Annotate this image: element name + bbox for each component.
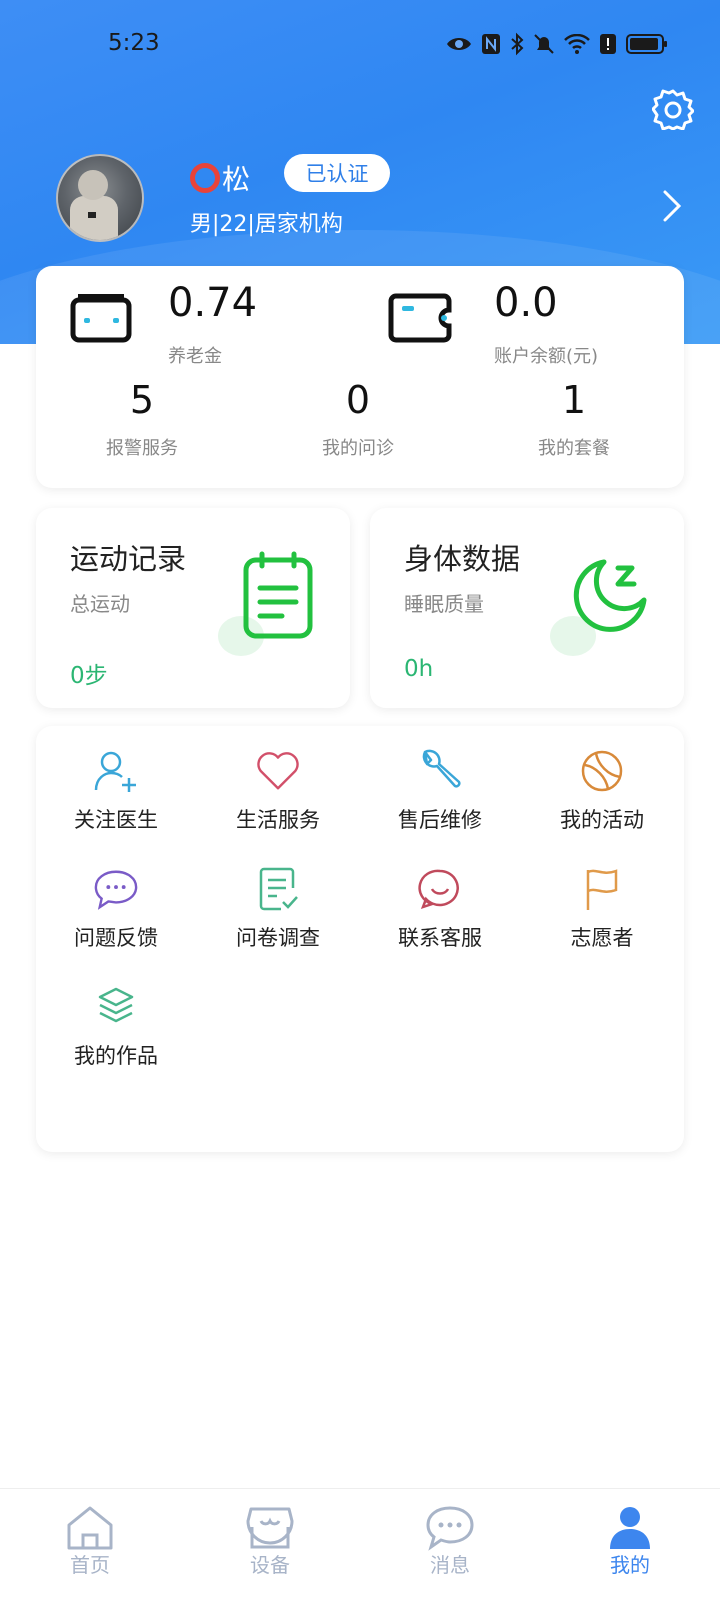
bluetooth-icon xyxy=(511,32,524,56)
ball-icon xyxy=(579,748,625,794)
status-bar: 5:23 xyxy=(0,28,720,64)
gear-icon xyxy=(651,89,695,131)
stat-my-consultations[interactable]: 0 我的问诊 xyxy=(258,378,458,460)
avatar[interactable] xyxy=(56,154,144,242)
tab-devices[interactable]: 设备 xyxy=(220,1505,320,1578)
service-survey[interactable]: 问卷调查 xyxy=(198,866,358,952)
smile-icon xyxy=(417,866,463,912)
home-icon xyxy=(67,1506,113,1550)
stat-value: 1 xyxy=(561,378,587,422)
user-name-text: 松 xyxy=(222,163,251,196)
stat-alarm-service[interactable]: 5 报警服务 xyxy=(42,378,242,460)
bottom-tab-bar: 首页 设备 消息 我的 xyxy=(0,1488,720,1600)
service-label: 志愿者 xyxy=(570,926,634,950)
layers-icon xyxy=(93,984,139,1030)
exercise-record-card[interactable]: 运动记录 总运动 0步 xyxy=(36,508,350,708)
pension-label: 养老金 xyxy=(168,346,222,367)
name-ring-icon xyxy=(190,163,220,193)
service-my-activities[interactable]: 我的活动 xyxy=(522,748,682,834)
add-user-icon xyxy=(93,748,139,794)
stat-value: 5 xyxy=(129,378,155,422)
profile-detail-button[interactable] xyxy=(660,188,684,224)
service-life-service[interactable]: 生活服务 xyxy=(198,748,358,834)
status-icons xyxy=(446,32,668,56)
status-time: 5:23 xyxy=(108,30,160,56)
verified-badge: 已认证 xyxy=(284,154,390,192)
service-feedback[interactable]: 问题反馈 xyxy=(36,866,196,952)
record-value: 0h xyxy=(404,656,434,682)
service-label: 联系客服 xyxy=(398,926,482,950)
avatar-figure-head xyxy=(78,170,108,200)
service-label: 我的作品 xyxy=(74,1044,158,1068)
stat-label: 报警服务 xyxy=(106,438,178,459)
user-meta: 男|22|居家机构 xyxy=(190,212,343,237)
tab-label: 首页 xyxy=(70,1553,110,1577)
wrench-icon xyxy=(417,748,463,794)
service-label: 售后维修 xyxy=(398,808,482,832)
stat-label: 我的问诊 xyxy=(322,438,394,459)
heart-icon xyxy=(255,748,301,794)
stat-value: 0 xyxy=(345,378,371,422)
stat-label: 我的套餐 xyxy=(538,438,610,459)
flag-icon xyxy=(579,866,625,912)
record-subtitle: 总运动 xyxy=(70,592,130,616)
service-after-sales[interactable]: 售后维修 xyxy=(360,748,520,834)
service-follow-doctor[interactable]: 关注医生 xyxy=(36,748,196,834)
service-contact-support[interactable]: 联系客服 xyxy=(360,866,520,952)
service-label: 生活服务 xyxy=(236,808,320,832)
tab-label: 消息 xyxy=(430,1553,470,1577)
balance-label: 账户余额(元) xyxy=(494,346,599,367)
record-title: 身体数据 xyxy=(404,542,521,576)
wallet-icon xyxy=(70,294,132,343)
record-subtitle: 睡眠质量 xyxy=(404,592,484,616)
tab-label: 我的 xyxy=(610,1553,650,1577)
stat-my-packages[interactable]: 1 我的套餐 xyxy=(474,378,674,460)
service-volunteer[interactable]: 志愿者 xyxy=(522,866,682,952)
checklist-icon xyxy=(255,866,301,912)
service-label: 问卷调查 xyxy=(236,926,320,950)
wifi-icon xyxy=(564,34,590,54)
tab-mine[interactable]: 我的 xyxy=(580,1505,680,1578)
chevron-right-icon xyxy=(663,190,682,222)
mute-bell-icon xyxy=(534,34,554,54)
user-name: 松 xyxy=(190,158,250,198)
alert-icon xyxy=(600,34,616,54)
account-card: 0.74 养老金 0.0 账户余额(元) 5 报警服务 0 我的问诊 1 我的套… xyxy=(36,266,684,488)
tab-messages[interactable]: 消息 xyxy=(400,1505,500,1578)
service-label: 我的活动 xyxy=(560,808,644,832)
card-balance-icon xyxy=(388,293,452,343)
balance-value: 0.0 xyxy=(494,280,558,326)
moon-sleep-icon xyxy=(573,559,647,632)
body-data-card[interactable]: 身体数据 睡眠质量 0h xyxy=(370,508,684,708)
record-title: 运动记录 xyxy=(70,542,187,576)
avatar-detail xyxy=(88,212,96,218)
settings-button[interactable] xyxy=(651,88,695,131)
chat-bubble-icon xyxy=(93,866,139,912)
person-icon xyxy=(610,1507,650,1549)
tab-home[interactable]: 首页 xyxy=(40,1505,140,1578)
store-icon xyxy=(246,1507,294,1549)
services-card: 关注医生 生活服务 售后维修 我的活动 问题反馈 问卷调查 联系客服 志愿者 我… xyxy=(36,726,684,1152)
battery-icon xyxy=(626,34,667,54)
tab-label: 设备 xyxy=(250,1553,290,1577)
record-value: 0步 xyxy=(70,663,108,689)
eye-icon xyxy=(447,38,471,50)
service-label: 关注医生 xyxy=(74,808,158,832)
service-my-works[interactable]: 我的作品 xyxy=(36,984,196,1070)
nfc-icon xyxy=(482,34,500,54)
clipboard-icon xyxy=(243,551,313,639)
avatar-figure-body xyxy=(70,196,118,240)
message-icon xyxy=(426,1506,474,1551)
service-label: 问题反馈 xyxy=(74,926,158,950)
pension-value: 0.74 xyxy=(168,280,258,326)
